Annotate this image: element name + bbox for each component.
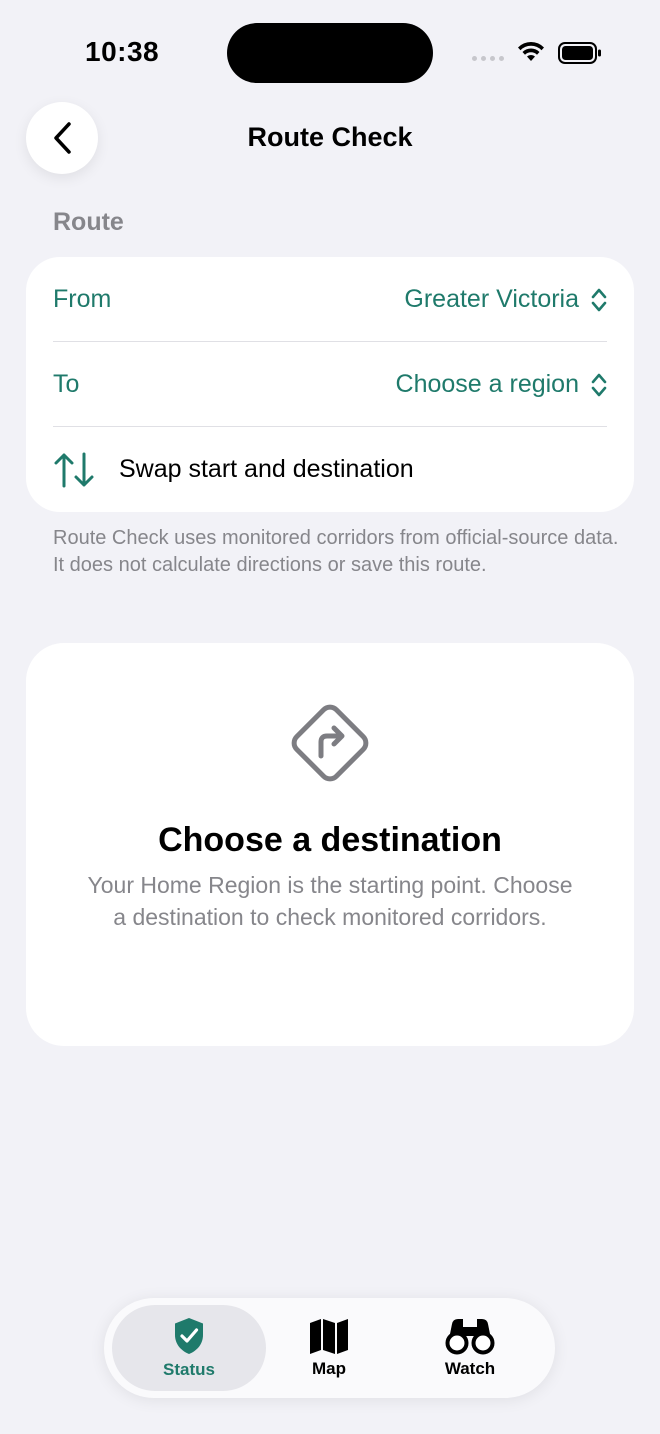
swap-button[interactable]: Swap start and destination <box>53 427 607 512</box>
tab-bar: Status Map Watch <box>104 1298 555 1398</box>
status-time: 10:38 <box>85 36 160 67</box>
swap-label: Swap start and destination <box>119 455 414 483</box>
tab-label: Watch <box>444 1359 496 1378</box>
from-label: From <box>53 285 112 313</box>
binoculars-icon <box>445 1319 495 1355</box>
empty-state-description: Your Home Region is the starting point. … <box>87 872 573 930</box>
page-title: Route Check <box>247 122 413 152</box>
turn-right-sign-icon <box>291 704 369 782</box>
empty-state-title: Choose a destination <box>158 821 502 859</box>
swap-arrows-icon <box>54 452 94 487</box>
from-picker[interactable]: Greater Victoria <box>404 285 607 314</box>
route-card: From Greater Victoria To Choose a region… <box>26 257 634 512</box>
from-value: Greater Victoria <box>404 285 579 313</box>
chevron-up-down-icon <box>591 288 607 311</box>
tab-status[interactable]: Status <box>112 1305 266 1391</box>
from-picker-row[interactable]: From Greater Victoria <box>53 257 607 342</box>
tab-watch[interactable]: Watch <box>393 1305 547 1391</box>
empty-state-card: Choose a destination Your Home Region is… <box>26 643 634 1046</box>
battery-icon <box>558 42 601 64</box>
cellular-signal-icon <box>472 56 504 61</box>
route-footnote: Route Check uses monitored corridors fro… <box>53 527 619 576</box>
dynamic-island <box>227 23 433 83</box>
section-header-route: Route <box>53 208 124 236</box>
to-label: To <box>53 370 80 398</box>
to-picker-row[interactable]: To Choose a region <box>53 342 607 427</box>
map-icon <box>310 1319 348 1354</box>
to-picker[interactable]: Choose a region <box>396 370 607 399</box>
to-value: Choose a region <box>395 370 579 398</box>
tab-label: Status <box>163 1360 215 1379</box>
tab-map[interactable]: Map <box>252 1305 406 1391</box>
shield-check-icon <box>175 1318 203 1354</box>
tab-label: Map <box>312 1359 346 1378</box>
chevron-up-down-icon <box>591 373 607 396</box>
wifi-icon <box>518 41 544 61</box>
